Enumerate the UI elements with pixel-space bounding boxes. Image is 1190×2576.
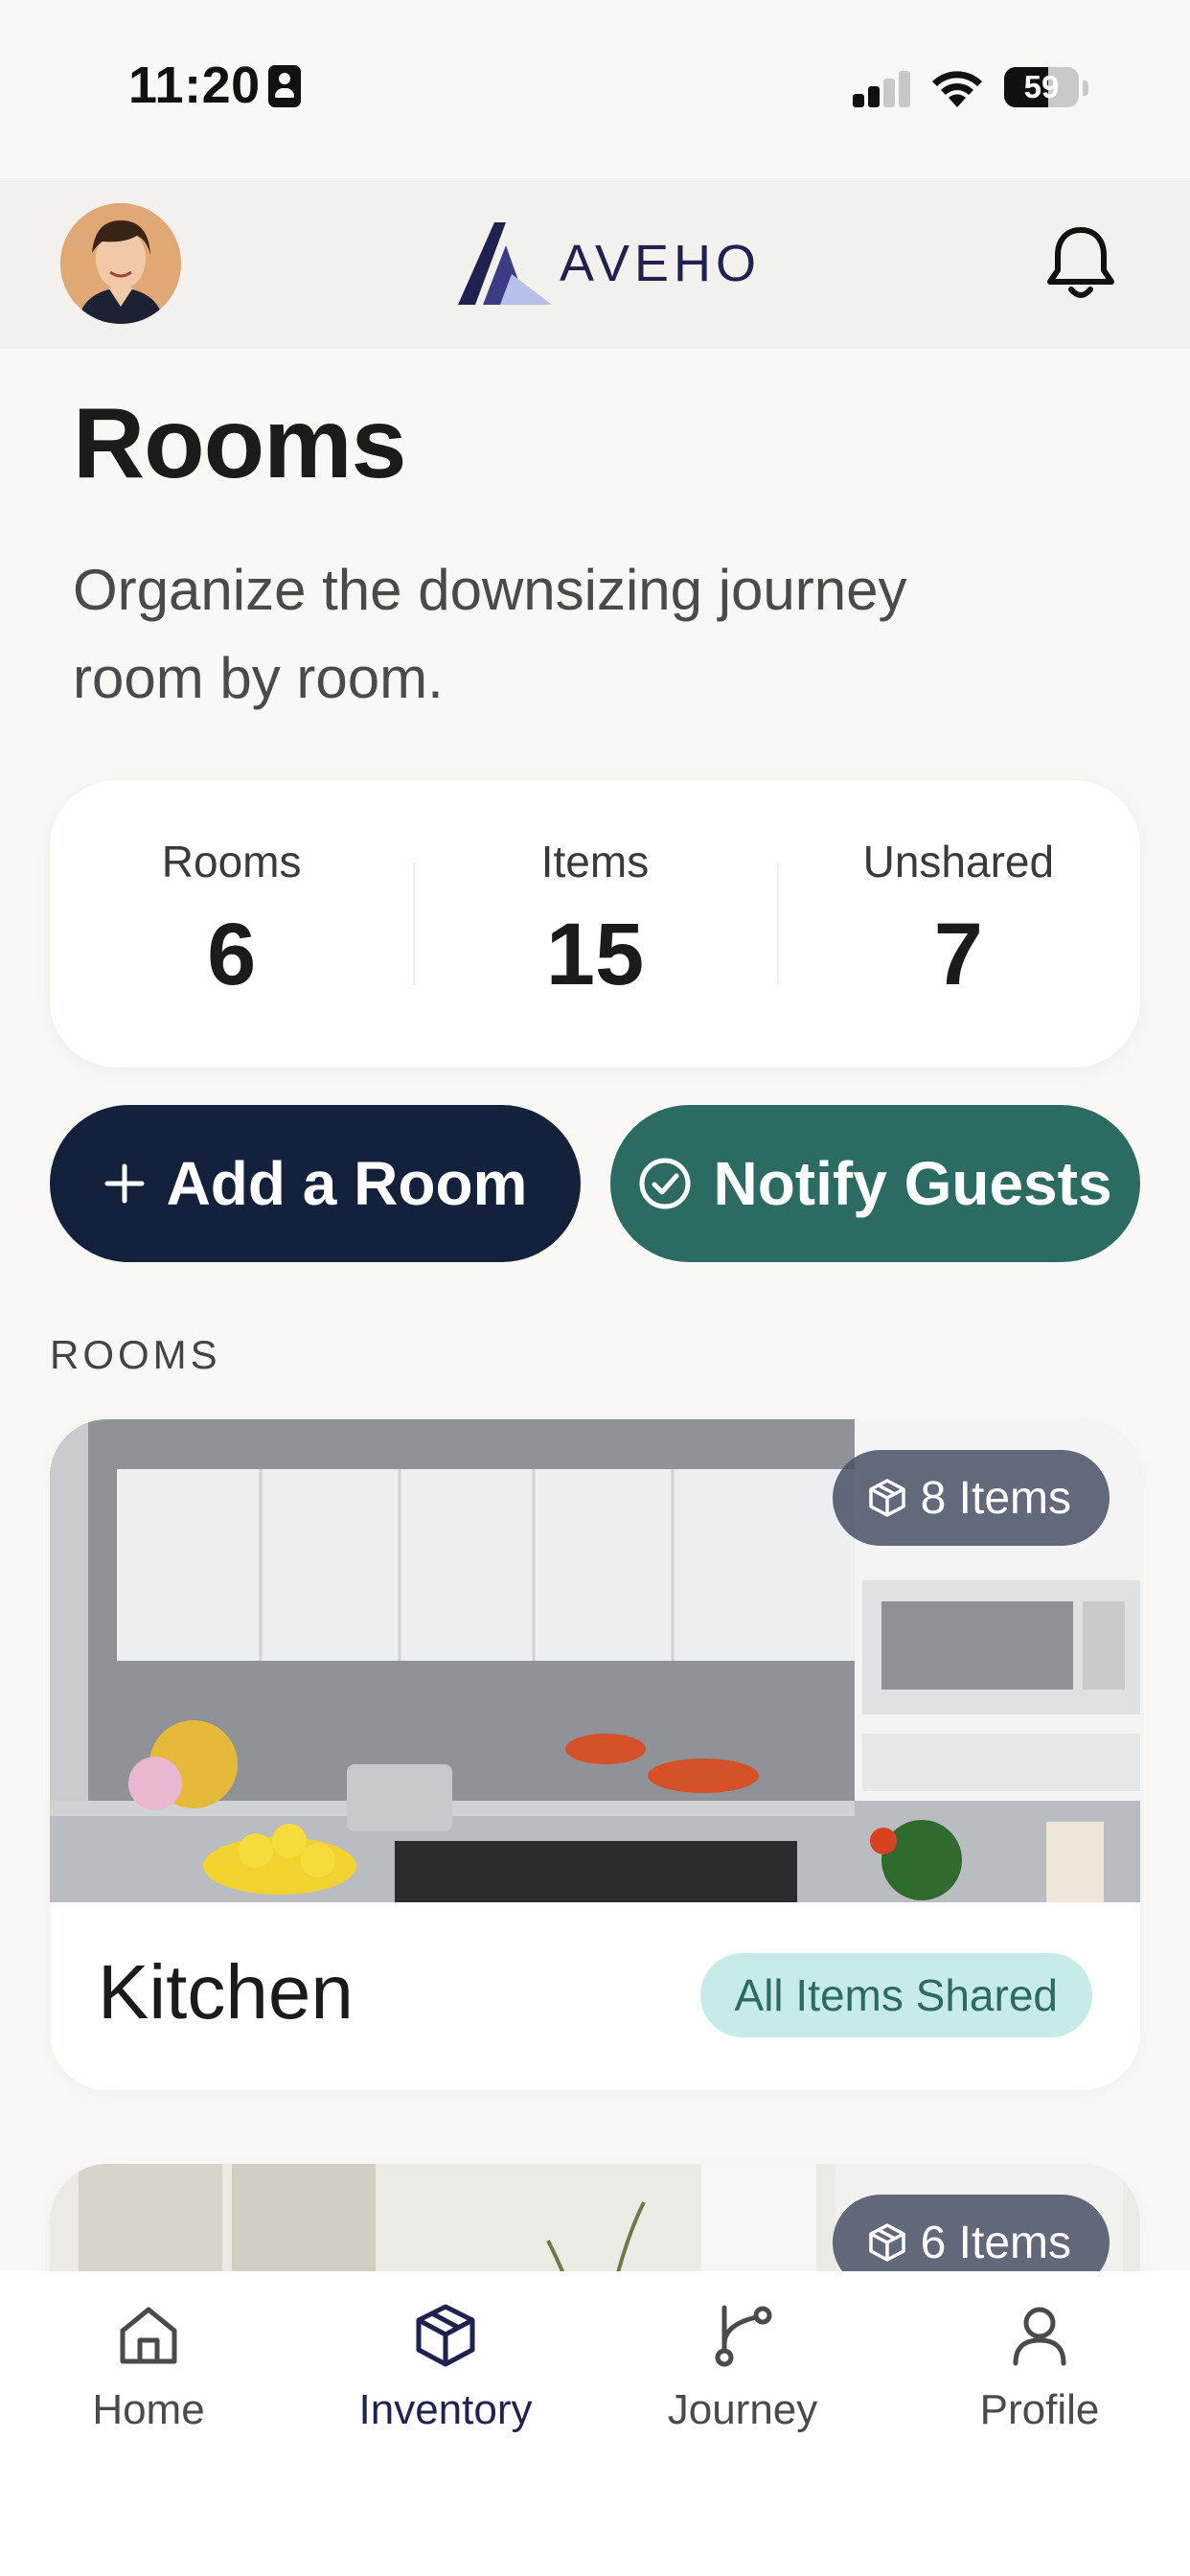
- status-time: 11:20: [128, 57, 261, 114]
- nav-item-journey[interactable]: Journey: [594, 2271, 891, 2576]
- stat-rooms: Rooms 6: [50, 780, 413, 1068]
- status-badge: All Items Shared: [699, 1953, 1092, 2037]
- box-icon: [416, 2304, 475, 2367]
- check-circle-icon: [639, 1158, 691, 1209]
- page-title: Rooms: [73, 388, 406, 499]
- stat-label: Unshared: [862, 837, 1055, 886]
- room-name: Kitchen: [98, 1949, 354, 2035]
- aveho-logo-icon: [458, 222, 552, 305]
- box-icon: [868, 2223, 905, 2262]
- notify-guests-label: Notify Guests: [713, 1149, 1112, 1218]
- battery-icon: 59: [1004, 67, 1079, 107]
- items-count-badge: 8 Items: [832, 1450, 1110, 1546]
- stat-label: Rooms: [161, 837, 302, 886]
- room-card-kitchen[interactable]: 8 Items Kitchen All Items Shared: [50, 1419, 1140, 2090]
- section-label-rooms: ROOMS: [50, 1332, 221, 1377]
- add-room-label: Add a Room: [166, 1149, 528, 1218]
- stat-value: 15: [545, 906, 645, 1003]
- nav-label: Home: [92, 2386, 205, 2433]
- nav-item-profile[interactable]: Profile: [891, 2271, 1188, 2576]
- bottom-nav: Home Inventory Journey Profile: [0, 2271, 1190, 2576]
- logo-text: AVEHO: [560, 235, 762, 292]
- route-icon: [715, 2305, 772, 2367]
- nav-label: Inventory: [358, 2386, 533, 2433]
- page-subtitle: Organize the downsizing journey room by …: [73, 558, 907, 710]
- avatar[interactable]: [60, 203, 181, 324]
- stat-label: Items: [540, 837, 650, 886]
- stat-value: 6: [207, 906, 257, 1003]
- wifi-icon: [932, 71, 982, 107]
- contact-card-icon: [268, 65, 301, 107]
- stat-items: Items 15: [413, 780, 776, 1068]
- stats-card: Rooms 6 Items 15 Unshared 7: [50, 780, 1140, 1068]
- stat-unshared: Unshared 7: [776, 780, 1140, 1068]
- logo: AVEHO: [458, 222, 761, 305]
- notify-guests-button[interactable]: Notify Guests: [610, 1105, 1140, 1262]
- app-header: AVEHO: [0, 178, 1190, 349]
- user-avatar-image: [60, 203, 181, 324]
- battery-cap: [1083, 80, 1088, 96]
- nav-label: Journey: [667, 2386, 818, 2433]
- nav-item-home[interactable]: Home: [0, 2271, 297, 2576]
- bell-icon[interactable]: [1046, 224, 1115, 301]
- battery-percent: 59: [1023, 69, 1060, 104]
- plus-icon: [104, 1163, 145, 1204]
- nav-item-inventory[interactable]: Inventory: [297, 2271, 594, 2576]
- home-icon: [120, 2307, 177, 2364]
- nav-label: Profile: [979, 2386, 1100, 2433]
- status-bar: 11:20 59: [0, 0, 1190, 178]
- add-room-button[interactable]: Add a Room: [50, 1105, 581, 1262]
- items-count-label: 6 Items: [920, 2217, 1071, 2268]
- cellular-signal-icon: [853, 71, 910, 107]
- items-count-label: 8 Items: [920, 1472, 1071, 1524]
- stat-value: 7: [933, 906, 983, 1003]
- user-icon: [1013, 2307, 1066, 2366]
- box-icon: [868, 1479, 905, 1517]
